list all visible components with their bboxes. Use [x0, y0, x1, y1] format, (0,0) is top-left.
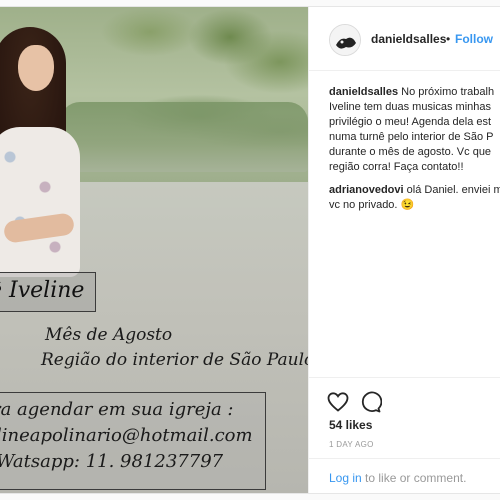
woman-figure [0, 17, 100, 277]
login-link[interactable]: Log in [329, 471, 362, 485]
overlay-region: Região do interior de São Paulo [41, 350, 308, 370]
post-timestamp[interactable]: 1 DAY AGO [329, 440, 374, 449]
comment-username[interactable]: danieldsalles [329, 86, 398, 98]
likes-count[interactable]: 54 likes [329, 418, 372, 432]
overlay-month: Mês de Agosto [45, 325, 173, 345]
comment-item: danieldsalles No próximo trabalh Iveline… [329, 85, 500, 175]
comment-text: durante o mês de agosto. Vc que [329, 146, 492, 158]
comment-text: região corra! Faça contato!! [329, 161, 464, 173]
woman-face [18, 45, 54, 91]
follow-button[interactable]: Follow [455, 32, 493, 46]
comment-text: olá Daniel. enviei m [406, 184, 500, 196]
comment-username[interactable]: adrianovedovi [329, 184, 404, 196]
heart-icon [327, 392, 349, 412]
avatar[interactable] [329, 24, 361, 56]
comment-text: vc no privado. 😉 [329, 199, 415, 211]
post-header: danieldsalles • Follow [309, 7, 500, 71]
post-side-panel: danieldsalles • Follow danieldsalles No … [308, 7, 500, 493]
comment-text: No próximo trabalh [401, 86, 495, 98]
post-photo[interactable]: ê Iveline Mês de Agosto Região do interi… [0, 7, 308, 493]
login-prompt: Log in to like or comment. [309, 458, 500, 493]
login-suffix: to like or comment. [365, 471, 467, 485]
overlay-booking-phone: Watsapp: 11. 981237797 [0, 451, 224, 472]
post-actions: 54 likes 1 DAY AGO Log in to like or com… [309, 377, 500, 493]
woman-dress [0, 127, 80, 277]
overlay-booking-line-1: ra agendar em sua igreja : [0, 399, 234, 420]
comments-list: danieldsalles No próximo trabalh Iveline… [329, 85, 500, 375]
instagram-post: ê Iveline Mês de Agosto Região do interi… [0, 6, 500, 494]
header-username[interactable]: danieldsalles [371, 32, 446, 46]
comment-button[interactable] [358, 390, 383, 414]
overlay-booking-email: lineapolinario@hotmail.com [0, 425, 253, 446]
comment-icon [361, 391, 383, 413]
overlay-singer-name: ê Iveline [0, 272, 96, 312]
avatar-drawing [330, 25, 360, 55]
like-button[interactable] [326, 390, 350, 414]
comment-text: Iveline tem duas musicas minhas [329, 101, 492, 113]
header-separator: • [446, 32, 451, 46]
comment-item: adrianovedovi olá Daniel. enviei m vc no… [329, 183, 500, 213]
comment-text: privilégio o meu! Agenda dela est [329, 116, 492, 128]
comment-line: adrianovedovi olá Daniel. enviei m [329, 183, 500, 198]
comment-text: numa turnê pelo interior de São P [329, 131, 494, 143]
comment-line: danieldsalles No próximo trabalh [329, 85, 500, 100]
